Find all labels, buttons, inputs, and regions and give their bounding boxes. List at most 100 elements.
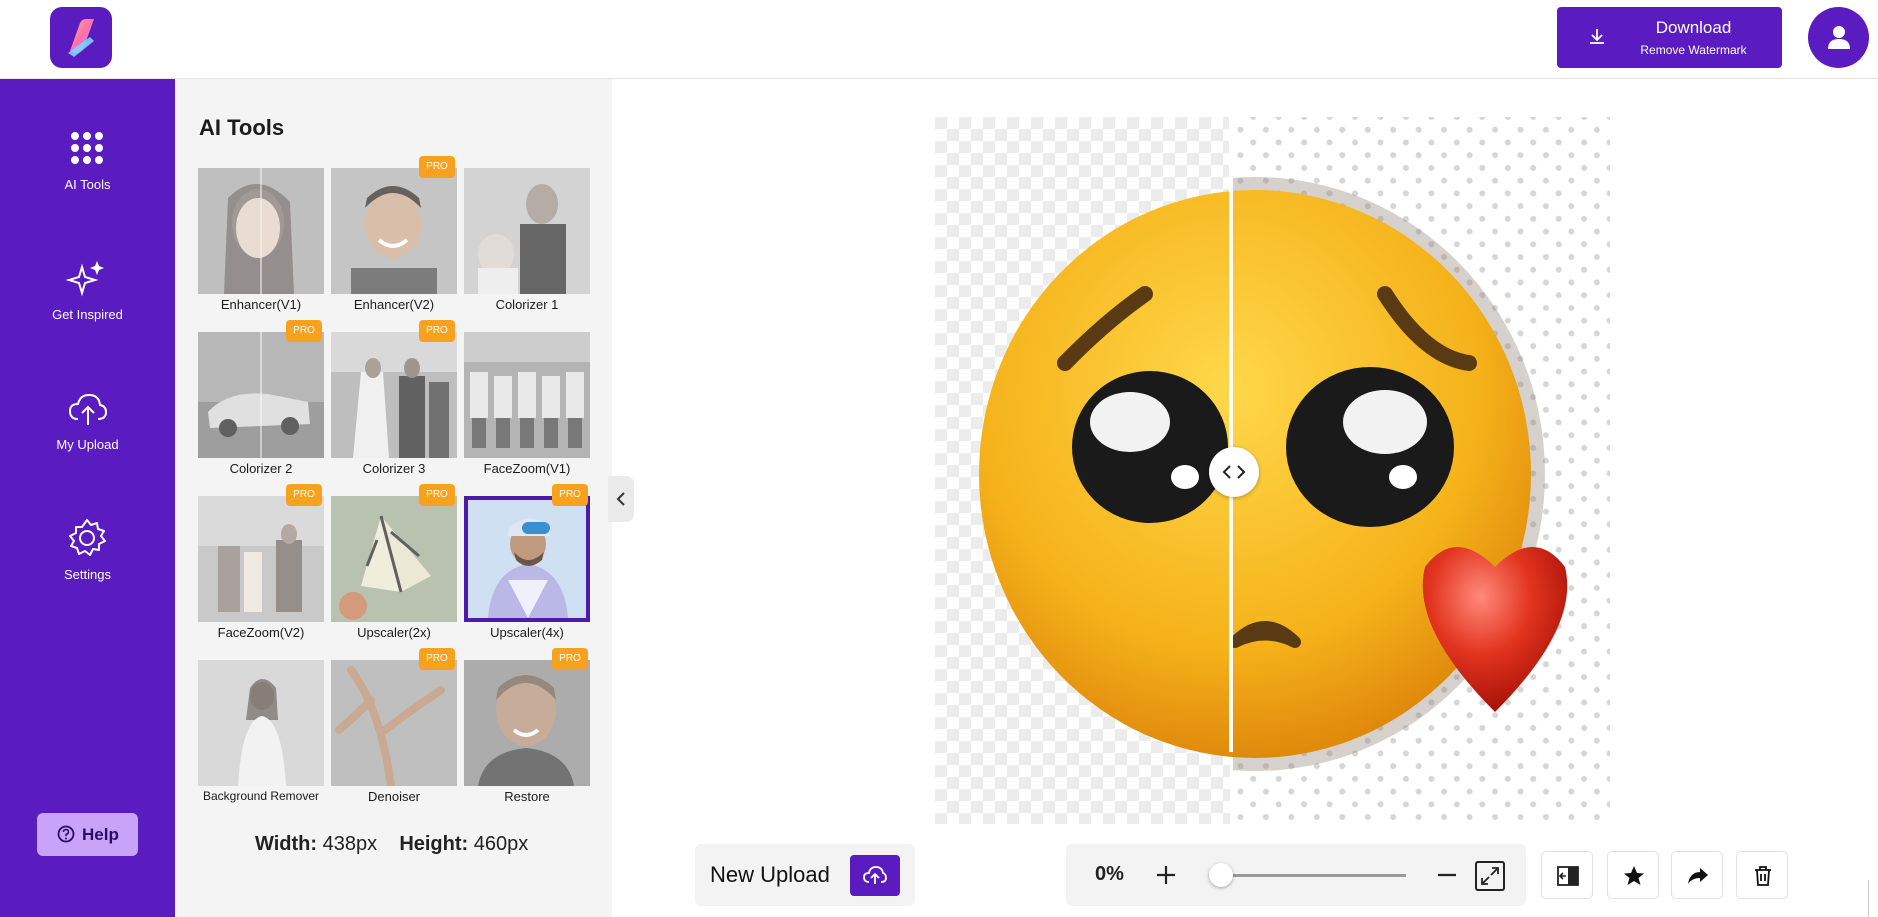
tool-card-label: FaceZoom(V2) (217, 625, 305, 640)
tool-card-label: Enhancer(V2) (353, 297, 435, 312)
trash-icon (1755, 866, 1771, 886)
tool-card-colorizer-1[interactable]: Colorizer 1 (464, 168, 590, 323)
sidebar-item-get-inspired[interactable]: Get Inspired (0, 257, 175, 367)
tool-thumbnail (198, 496, 324, 622)
zoom-out-button[interactable] (1433, 861, 1461, 889)
sidebar-item-label: AI Tools (64, 177, 111, 192)
zoom-percent: 0% (1095, 863, 1124, 885)
tool-card-label: Colorizer 2 (229, 461, 293, 476)
star-icon (1624, 866, 1644, 885)
tool-card-label: Background Remover (202, 789, 320, 803)
image-dimensions: Width: 438px Height: 460px (255, 833, 528, 856)
pro-badge: PRO (419, 156, 455, 178)
new-upload-bar: New Upload (695, 844, 915, 906)
compare-view-button[interactable] (1541, 851, 1593, 899)
tool-thumbnail (331, 496, 457, 622)
tool-card-label: Colorizer 1 (495, 297, 559, 312)
tool-card-label: Restore (504, 789, 550, 804)
tool-card-label: Colorizer 3 (362, 461, 426, 476)
tool-thumbnail (464, 496, 590, 622)
sidebar-item-settings[interactable]: Settings (0, 517, 175, 627)
tool-card-label: Enhancer(V1) (220, 297, 302, 312)
tool-card-colorizer-2[interactable]: PRO Colorizer 2 (198, 320, 324, 487)
pro-badge: PRO (286, 484, 322, 506)
tool-thumbnail (464, 332, 590, 458)
tools-panel-title: AI Tools (199, 115, 285, 140)
width-label: Width: (255, 833, 318, 855)
minus-icon (1438, 873, 1456, 877)
share-arrow-icon (1688, 868, 1708, 884)
ai-tools-panel: AI Tools Enhancer(V1) PRO Enhancer(V2) C… (175, 79, 612, 917)
collapse-panel-button[interactable] (608, 476, 634, 522)
zoom-slider-knob[interactable] (1209, 863, 1233, 887)
new-upload-label: New Upload (710, 862, 830, 887)
compare-slider-handle[interactable] (1209, 447, 1259, 497)
tool-card-facezoom-v2[interactable]: PRO FaceZoom(V2) (198, 484, 324, 651)
height-label: Height: (399, 833, 469, 855)
sidebar-item-ai-tools[interactable]: AI Tools (0, 127, 175, 237)
tool-card-label: FaceZoom(V1) (483, 461, 571, 476)
sidebar-item-label: Settings (64, 567, 111, 582)
help-label: Help (82, 825, 119, 844)
tool-thumbnail (198, 332, 324, 458)
favorite-button[interactable] (1607, 851, 1659, 899)
tool-card-facezoom-v1[interactable]: FaceZoom(V1) (464, 332, 590, 487)
top-bar: Download Remove Watermark (0, 0, 1878, 79)
sidebar-item-label: Get Inspired (52, 307, 123, 322)
gear-icon (69, 519, 106, 556)
tool-thumbnail (331, 332, 457, 458)
tool-card-upscaler-4x[interactable]: PRO Upscaler(4x) (464, 484, 590, 651)
zoom-in-button[interactable] (1152, 861, 1180, 889)
fit-to-screen-button[interactable] (1475, 861, 1505, 891)
cloud-upload-icon (68, 393, 108, 425)
plus-icon (1157, 866, 1175, 884)
page-scrollbar[interactable] (1868, 880, 1878, 917)
split-compare-icon (1557, 866, 1579, 886)
emoji-preview-image (935, 117, 1610, 824)
sidebar-item-my-upload[interactable]: My Upload (0, 387, 175, 497)
help-icon (57, 825, 75, 843)
help-button[interactable]: Help (37, 813, 138, 856)
cloud-upload-icon (863, 866, 887, 884)
download-icon (1587, 27, 1607, 52)
share-button[interactable] (1671, 851, 1723, 899)
chevron-left-icon (616, 492, 625, 506)
sidebar: AI Tools Get Inspired My Upload Settings… (0, 79, 175, 917)
user-avatar[interactable] (1808, 7, 1869, 68)
new-upload-button[interactable] (850, 855, 900, 896)
image-compare-canvas[interactable] (935, 117, 1610, 824)
user-icon (1828, 26, 1850, 49)
download-label: Download (1655, 18, 1732, 37)
grid-dots-icon (71, 132, 103, 164)
delete-button[interactable] (1736, 851, 1788, 899)
height-value: 460px (473, 833, 529, 855)
tool-thumbnail (331, 660, 457, 786)
zoom-slider[interactable] (1209, 863, 1406, 887)
tool-card-background-remover[interactable]: Background Remover (198, 660, 324, 815)
tool-card-colorizer-3[interactable]: PRO Colorizer 3 (331, 320, 457, 487)
sidebar-item-label: My Upload (56, 437, 119, 452)
sparkles-icon (66, 261, 104, 297)
chevron-left-right-icon (1222, 465, 1246, 479)
pro-badge: PRO (552, 648, 588, 670)
app-logo[interactable] (50, 7, 112, 68)
download-button[interactable]: Download Remove Watermark (1557, 7, 1782, 68)
tool-thumbnail (198, 168, 324, 294)
tool-thumbnail (464, 168, 590, 294)
tool-thumbnail (198, 660, 324, 786)
pro-badge: PRO (419, 484, 455, 506)
pro-badge: PRO (552, 484, 588, 506)
zoom-controls: 0% (1066, 844, 1526, 906)
tool-card-denoiser[interactable]: PRO Denoiser (331, 648, 457, 815)
download-sub-label: Remove Watermark (1640, 43, 1747, 57)
tool-card-restore[interactable]: PRO Restore (464, 648, 590, 815)
pro-badge: PRO (419, 320, 455, 342)
expand-icon (1481, 867, 1499, 885)
pro-badge: PRO (286, 320, 322, 342)
pro-badge: PRO (419, 648, 455, 670)
tool-card-label: Upscaler(4x) (490, 625, 564, 640)
tool-thumbnail (464, 660, 590, 786)
tool-card-upscaler-2x[interactable]: PRO Upscaler(2x) (331, 484, 457, 651)
tool-card-enhancer-v1[interactable]: Enhancer(V1) (198, 168, 324, 323)
tool-card-enhancer-v2[interactable]: PRO Enhancer(V2) (331, 156, 457, 323)
